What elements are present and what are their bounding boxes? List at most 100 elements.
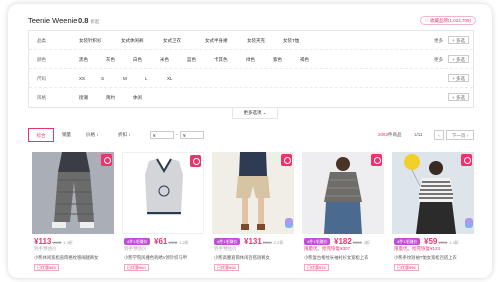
- saved-tag: 已优惠¥60: [124, 264, 149, 271]
- price-value: ¥182: [334, 237, 352, 246]
- product-title[interactable]: 小熊休闲宽松直筒格纹感阔腿裤女: [34, 255, 114, 261]
- filter-row-style: 风格 街潮 简约 休闲 + 多选: [29, 88, 473, 107]
- promo-label: 4件1毛赚价: [214, 238, 241, 245]
- brand-header: Teenie Weenie 0.8 折起 ♡ 收藏品牌(1,024,708): [28, 16, 476, 28]
- filter-option[interactable]: 紫色: [273, 57, 300, 63]
- sort-price-tab[interactable]: 价格 ↕: [86, 128, 99, 142]
- sort-sales-tab[interactable]: 销量: [62, 128, 71, 142]
- product-title[interactable]: 小熊学院风撞色刺绣V领针织马甲: [124, 255, 204, 261]
- filter-option[interactable]: 米色: [160, 57, 187, 63]
- filter-row-category: 品类 女装针织衫 女式休闲裤 女式卫衣 女式半身裙 女装夹克 女装T恤 更多 +…: [29, 31, 473, 50]
- product-price: ¥61¥498 1.2折: [154, 237, 189, 246]
- product-price: ¥59¥598 1.3折: [424, 237, 459, 246]
- original-price: ¥898: [262, 240, 272, 245]
- more-options-toggle[interactable]: 更多选项 ⌄: [232, 108, 278, 119]
- assistant-icon[interactable]: [465, 218, 473, 228]
- filter-option[interactable]: 黑色: [79, 57, 106, 63]
- filter-option[interactable]: M: [123, 76, 145, 81]
- price-range-dash: -: [176, 132, 178, 137]
- price-value: ¥61: [154, 237, 168, 246]
- product-card[interactable]: ¥113¥898 1.3折 到手预估价 小熊休闲宽松直筒格纹感阔腿裤女 已优惠¥8…: [32, 152, 114, 278]
- page-total: /11: [416, 132, 423, 137]
- filter-option[interactable]: 褐色: [300, 57, 327, 63]
- product-image[interactable]: [302, 152, 384, 234]
- original-price: ¥598: [438, 240, 448, 245]
- product-card[interactable]: 4件1毛赚价 ¥182¥898 3折 限量优。抢完恢复¥307 小熊复古格纹长袖衬…: [302, 152, 384, 278]
- filter-row-size: 尺码 XS S M L XL + 多选: [29, 69, 473, 88]
- filter-label: 品类: [37, 38, 46, 43]
- product-title[interactable]: 小熊复古格纹长袖衬衫女宽松上衣: [304, 255, 384, 261]
- filter-multi-button[interactable]: + 多选: [448, 55, 469, 63]
- filter-option[interactable]: 女装T恤: [283, 38, 319, 44]
- price-max-input[interactable]: ¥: [180, 131, 204, 139]
- filter-multi-button[interactable]: + 多选: [448, 74, 469, 82]
- filter-option[interactable]: 女式休闲裤: [121, 38, 163, 44]
- filter-option[interactable]: 灰色: [106, 57, 133, 63]
- filter-label: 尺码: [37, 76, 46, 81]
- promo-badge-icon: [461, 154, 472, 166]
- discount-rate: 2.2折: [273, 240, 284, 245]
- filter-option[interactable]: 简约: [106, 95, 133, 101]
- filter-option[interactable]: 女装夹克: [247, 38, 283, 44]
- product-card[interactable]: 4件1毛赚价 ¥61¥498 1.2折 到手预估价 小熊学院风撞色刺绣V领针织马甲…: [122, 152, 204, 278]
- filter-option[interactable]: L: [145, 76, 167, 81]
- original-price: ¥898: [352, 240, 362, 245]
- follow-brand-button[interactable]: ♡ 收藏品牌(1,024,708): [419, 16, 476, 25]
- result-count-unit: 件商品: [388, 132, 402, 137]
- product-image[interactable]: [212, 152, 294, 234]
- brand-name: Teenie Weenie: [28, 16, 78, 25]
- product-image[interactable]: [32, 152, 114, 234]
- filter-option[interactable]: XS: [79, 76, 101, 81]
- result-count: 2063件商品: [378, 132, 402, 138]
- price-min-input[interactable]: ¥: [150, 131, 174, 139]
- product-title[interactable]: 小熊条纹短袖T恤女宽松百搭上衣: [394, 255, 474, 261]
- filter-option[interactable]: 女式半身裙: [205, 38, 247, 44]
- price-note: 限量优。抢完恢复¥307: [304, 246, 351, 251]
- result-count-number: 2063: [378, 132, 389, 137]
- filter-option[interactable]: 女装针织衫: [79, 38, 121, 44]
- price-value: ¥113: [34, 237, 52, 246]
- promo-badge-icon: [371, 154, 382, 166]
- price-value: ¥59: [424, 237, 438, 246]
- product-card[interactable]: 4件1毛赚价 ¥59¥598 1.3折 限量优。抢完恢复¥123 小熊条纹短袖T恤…: [392, 152, 474, 278]
- price-note: 到手预估价: [214, 246, 237, 251]
- filter-option[interactable]: 休闲: [133, 95, 160, 101]
- filter-multi-button[interactable]: + 多选: [448, 36, 469, 44]
- discount-unit: 折起: [90, 19, 100, 24]
- filter-more-button[interactable]: 更多: [434, 38, 443, 44]
- prev-page-button[interactable]: ‹: [434, 130, 444, 140]
- page-indicator: 1/11: [414, 132, 422, 137]
- promo-label: 4件1毛赚价: [304, 238, 331, 245]
- saved-tag: 已优惠¥96: [394, 264, 419, 271]
- product-title[interactable]: 小熊高腰直筒休闲百搭短裤女: [214, 255, 294, 261]
- sort-default-tab[interactable]: 综合: [28, 128, 54, 142]
- filter-option[interactable]: 女式卫衣: [163, 38, 205, 44]
- brand-discount: 0.8 折起: [78, 16, 99, 25]
- filter-more-button[interactable]: 更多: [434, 57, 443, 63]
- product-card[interactable]: 4件1毛赚价 ¥131¥898 2.2折 到手预估价 小熊高腰直筒休闲百搭短裤女 …: [212, 152, 294, 278]
- filter-multi-button[interactable]: + 多选: [448, 93, 469, 101]
- price-note: 到手预估价: [34, 246, 57, 251]
- filter-panel: 品类 女装针织衫 女式休闲裤 女式卫衣 女式半身裙 女装夹克 女装T恤 更多 +…: [28, 30, 474, 108]
- filter-option[interactable]: 白色: [133, 57, 160, 63]
- product-image[interactable]: [392, 152, 474, 234]
- saved-tag: 已优惠¥85: [34, 264, 59, 271]
- filter-label: 风格: [37, 95, 46, 100]
- filter-option[interactable]: 蓝色: [187, 57, 214, 63]
- discount-rate: 1.2折: [179, 240, 189, 245]
- filter-option[interactable]: XL: [167, 76, 189, 81]
- original-price: ¥898: [52, 240, 62, 245]
- product-image[interactable]: [122, 152, 204, 234]
- filter-option[interactable]: 绿色: [246, 57, 273, 63]
- page-frame: Teenie Weenie 0.8 折起 ♡ 收藏品牌(1,024,708) 品类…: [8, 4, 492, 278]
- next-page-button[interactable]: 下一页 ›: [446, 130, 474, 140]
- assistant-icon[interactable]: [285, 218, 293, 228]
- filter-option[interactable]: S: [101, 76, 123, 81]
- sort-bar: 综合 销量 价格 ↕ 折扣 ↕ ¥ - ¥ 2063件商品 1/11 ‹ 下一页…: [28, 126, 474, 144]
- filter-option[interactable]: 街潮: [79, 95, 106, 101]
- discount-value: 0.8: [78, 16, 89, 25]
- promo-label: 4件1毛赚价: [394, 238, 421, 245]
- filter-option[interactable]: 卡其色: [214, 57, 246, 63]
- filter-row-color: 颜色 黑色 灰色 白色 米色 蓝色 卡其色 绿色 紫色 褐色 更多 + 多选: [29, 50, 473, 69]
- sort-discount-tab[interactable]: 折扣 ↕: [118, 128, 131, 142]
